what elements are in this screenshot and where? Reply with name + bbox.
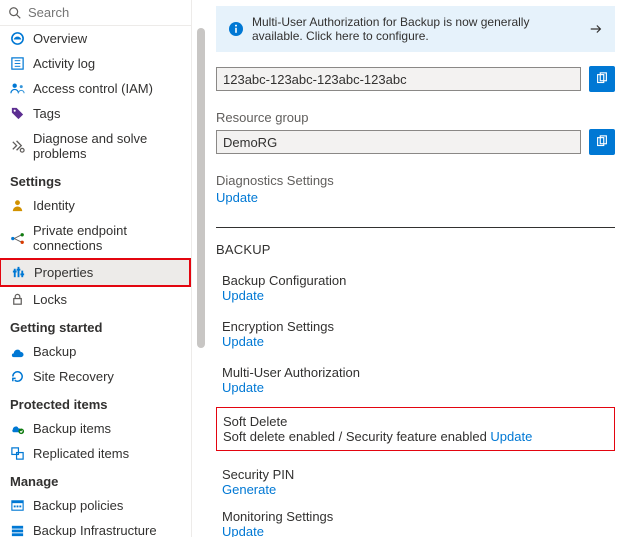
properties-icon bbox=[11, 265, 26, 280]
backup-icon bbox=[10, 344, 25, 359]
prop-title: Soft Delete bbox=[223, 414, 608, 429]
sidebar-item-access-control[interactable]: Access control (IAM) bbox=[0, 76, 191, 101]
prop-title: Multi-User Authorization bbox=[222, 365, 615, 380]
soft-delete-status: Soft delete enabled / Security feature e… bbox=[223, 429, 490, 444]
nav-label: Replicated items bbox=[33, 446, 129, 461]
sidebar-item-site-recovery[interactable]: Site Recovery bbox=[0, 364, 191, 389]
section-settings: Settings bbox=[0, 166, 191, 193]
sidebar-item-locks[interactable]: Locks bbox=[0, 287, 191, 312]
nav-label: Activity log bbox=[33, 56, 95, 71]
sidebar-item-diagnose[interactable]: Diagnose and solve problems bbox=[0, 126, 191, 166]
resource-group-field[interactable] bbox=[216, 130, 581, 154]
copy-button[interactable] bbox=[589, 66, 615, 92]
nav-label: Locks bbox=[33, 292, 67, 307]
diag-label: Diagnostics Settings bbox=[216, 173, 615, 188]
sidebar: « Overview Activity log Access control (… bbox=[0, 0, 192, 537]
nav-label: Backup Infrastructure bbox=[33, 523, 157, 537]
backup-items-icon bbox=[10, 421, 25, 436]
sidebar-item-backup-policies[interactable]: Backup policies bbox=[0, 493, 191, 518]
prop-title: Security PIN bbox=[222, 467, 615, 482]
private-endpoint-icon bbox=[10, 231, 25, 246]
security-pin-block: Security PIN Generate bbox=[222, 467, 615, 497]
sidebar-item-overview[interactable]: Overview bbox=[0, 26, 191, 51]
sidebar-item-tags[interactable]: Tags bbox=[0, 101, 191, 126]
sidebar-item-backup[interactable]: Backup bbox=[0, 339, 191, 364]
diagnose-icon bbox=[10, 139, 25, 154]
sidebar-item-properties[interactable]: Properties bbox=[0, 258, 191, 287]
search-input[interactable] bbox=[28, 5, 192, 20]
nav-label: Backup items bbox=[33, 421, 111, 436]
multiuser-block: Multi-User Authorization Update bbox=[222, 365, 615, 395]
backup-header: BACKUP bbox=[216, 242, 615, 257]
main-content: Multi-User Authorization for Backup is n… bbox=[210, 0, 625, 537]
backup-infrastructure-icon bbox=[10, 523, 25, 537]
nav-label: Access control (IAM) bbox=[33, 81, 153, 96]
nav-label: Site Recovery bbox=[33, 369, 114, 384]
identity-icon bbox=[10, 198, 25, 213]
scrollbar-thumb[interactable] bbox=[197, 28, 205, 348]
tags-icon bbox=[10, 106, 25, 121]
banner-text: Multi-User Authorization for Backup is n… bbox=[252, 15, 581, 43]
nav-label: Private endpoint connections bbox=[33, 223, 181, 253]
sidebar-item-private-endpoint[interactable]: Private endpoint connections bbox=[0, 218, 191, 258]
encryption-block: Encryption Settings Update bbox=[222, 319, 615, 349]
section-divider bbox=[216, 227, 615, 228]
soft-delete-update-link[interactable]: Update bbox=[490, 429, 532, 444]
site-recovery-icon bbox=[10, 369, 25, 384]
monitoring-block: Monitoring Settings Update bbox=[222, 509, 615, 537]
sidebar-item-backup-items[interactable]: Backup items bbox=[0, 416, 191, 441]
diag-update-link[interactable]: Update bbox=[216, 190, 615, 205]
overview-icon bbox=[10, 31, 25, 46]
access-control-icon bbox=[10, 81, 25, 96]
info-banner[interactable]: Multi-User Authorization for Backup is n… bbox=[216, 6, 615, 52]
prop-title: Backup Configuration bbox=[222, 273, 615, 288]
section-protected-items: Protected items bbox=[0, 389, 191, 416]
sidebar-item-identity[interactable]: Identity bbox=[0, 193, 191, 218]
nav-label: Diagnose and solve problems bbox=[33, 131, 181, 161]
multiuser-update-link[interactable]: Update bbox=[222, 380, 615, 395]
nav-label: Identity bbox=[33, 198, 75, 213]
security-pin-generate-link[interactable]: Generate bbox=[222, 482, 615, 497]
copy-button[interactable] bbox=[589, 129, 615, 155]
sidebar-item-backup-infrastructure[interactable]: Backup Infrastructure bbox=[0, 518, 191, 537]
prop-title: Monitoring Settings bbox=[222, 509, 615, 524]
info-icon bbox=[228, 21, 244, 37]
arrow-right-icon bbox=[589, 22, 603, 36]
nav-label: Tags bbox=[33, 106, 60, 121]
replicated-items-icon bbox=[10, 446, 25, 461]
soft-delete-block: Soft Delete Soft delete enabled / Securi… bbox=[216, 407, 615, 451]
encryption-update-link[interactable]: Update bbox=[222, 334, 615, 349]
subscription-id-field[interactable] bbox=[216, 67, 581, 91]
locks-icon bbox=[10, 292, 25, 307]
activity-log-icon bbox=[10, 56, 25, 71]
section-getting-started: Getting started bbox=[0, 312, 191, 339]
scrollbar-track[interactable] bbox=[192, 0, 210, 537]
backup-config-block: Backup Configuration Update bbox=[222, 273, 615, 303]
monitoring-update-link[interactable]: Update bbox=[222, 524, 615, 537]
sidebar-item-activity-log[interactable]: Activity log bbox=[0, 51, 191, 76]
search-bar: « bbox=[0, 0, 191, 26]
prop-title: Encryption Settings bbox=[222, 319, 615, 334]
backup-policies-icon bbox=[10, 498, 25, 513]
section-manage: Manage bbox=[0, 466, 191, 493]
nav-label: Backup policies bbox=[33, 498, 123, 513]
nav-label: Overview bbox=[33, 31, 87, 46]
nav-label: Properties bbox=[34, 265, 93, 280]
sidebar-item-replicated-items[interactable]: Replicated items bbox=[0, 441, 191, 466]
backup-config-update-link[interactable]: Update bbox=[222, 288, 615, 303]
rg-label: Resource group bbox=[216, 110, 615, 125]
nav-label: Backup bbox=[33, 344, 76, 359]
search-icon bbox=[8, 6, 22, 20]
